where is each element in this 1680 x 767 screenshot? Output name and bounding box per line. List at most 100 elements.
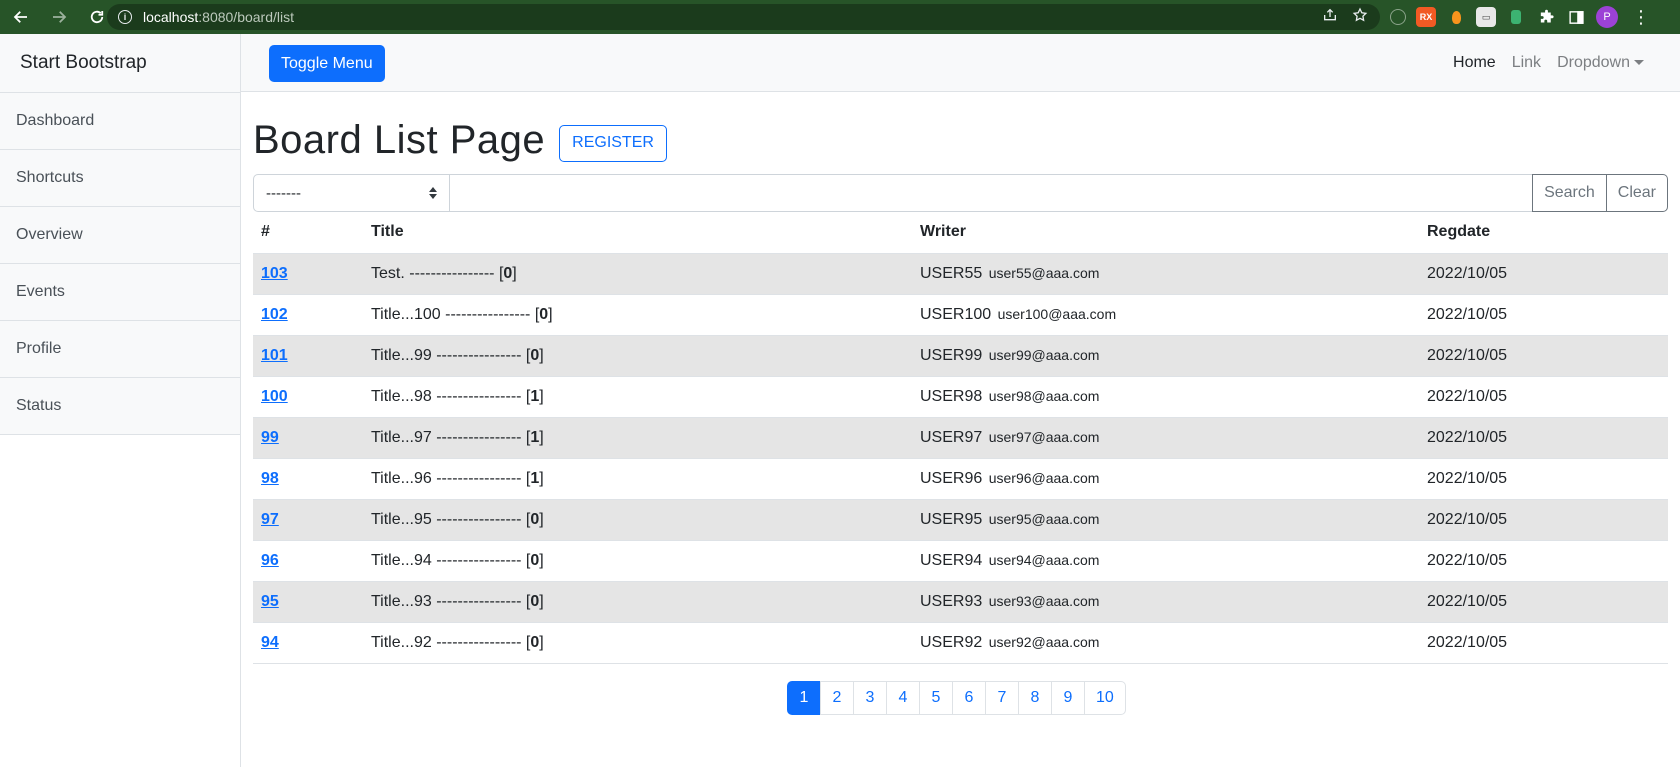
title-text: Title...97 xyxy=(371,428,432,446)
extensions-puzzle-icon[interactable] xyxy=(1536,7,1556,27)
board-table: # Title Writer Regdate 103 Test. -------… xyxy=(253,212,1668,664)
page-link-2[interactable]: 2 xyxy=(820,681,854,715)
bno-link[interactable]: 101 xyxy=(261,347,288,364)
reply-count: 0 xyxy=(539,305,549,323)
site-info-icon[interactable]: i xyxy=(118,10,132,24)
reply-count: 1 xyxy=(530,428,540,446)
extension-window-icon[interactable]: ▭ xyxy=(1476,7,1496,27)
back-icon[interactable] xyxy=(10,6,32,28)
page-link-4[interactable]: 4 xyxy=(886,681,920,715)
writer-name: USER99 xyxy=(920,346,983,364)
writer-email: user92@aaa.com xyxy=(988,633,1100,650)
nav-dropdown[interactable]: Dropdown xyxy=(1557,54,1644,72)
page-link-3[interactable]: 3 xyxy=(853,681,887,715)
sidebar-item-profile[interactable]: Profile xyxy=(0,321,240,378)
page-link-8[interactable]: 8 xyxy=(1018,681,1052,715)
regdate: 2022/10/05 xyxy=(1419,376,1668,418)
regdate: 2022/10/05 xyxy=(1419,335,1668,377)
url-path: :8080/board/list xyxy=(198,9,294,25)
regdate: 2022/10/05 xyxy=(1419,458,1668,500)
writer-name: USER94 xyxy=(920,551,983,569)
page-link-10[interactable]: 10 xyxy=(1084,681,1126,715)
writer-email: user99@aaa.com xyxy=(988,346,1100,363)
register-button[interactable]: REGISTER xyxy=(559,124,667,162)
reply-count: 0 xyxy=(530,346,540,364)
bookmark-star-icon[interactable] xyxy=(1352,6,1368,28)
extension-green-icon[interactable] xyxy=(1506,7,1526,27)
writer-email: user94@aaa.com xyxy=(988,551,1100,568)
table-row: 96 Title...94 ---------------- [0] USER9… xyxy=(253,540,1668,582)
toggle-menu-button[interactable]: Toggle Menu xyxy=(269,45,385,82)
profile-avatar[interactable]: P xyxy=(1596,6,1618,28)
search-type-select[interactable]: ------- xyxy=(253,174,450,212)
browser-menu-icon[interactable]: ⋮ xyxy=(1632,8,1650,26)
table-row: 97 Title...95 ---------------- [0] USER9… xyxy=(253,499,1668,541)
title-dashes: ---------------- xyxy=(436,633,522,651)
url-text[interactable]: localhost:8080/board/list xyxy=(143,9,294,25)
page-link-9[interactable]: 9 xyxy=(1051,681,1085,715)
writer-email: user98@aaa.com xyxy=(988,387,1100,404)
writer-name: USER93 xyxy=(920,592,983,610)
sidebar-item-overview[interactable]: Overview xyxy=(0,207,240,264)
extension-sync-icon[interactable] xyxy=(1390,9,1406,25)
writer-email: user100@aaa.com xyxy=(997,305,1117,322)
caret-down-icon xyxy=(1634,60,1644,66)
share-icon[interactable] xyxy=(1322,7,1338,28)
forward-icon[interactable] xyxy=(48,6,70,28)
table-row: 98 Title...96 ---------------- [1] USER9… xyxy=(253,458,1668,500)
bno-link[interactable]: 98 xyxy=(261,470,279,487)
bno-link[interactable]: 99 xyxy=(261,429,279,446)
bno-link[interactable]: 100 xyxy=(261,388,288,405)
search-form: ------- Search Clear xyxy=(253,174,1668,212)
header-num: # xyxy=(253,212,363,254)
nav-link[interactable]: Link xyxy=(1512,54,1541,72)
url-host: localhost xyxy=(143,9,199,25)
regdate: 2022/10/05 xyxy=(1419,622,1668,664)
writer-name: USER98 xyxy=(920,387,983,405)
title-dashes: ---------------- xyxy=(409,264,495,282)
header-regdate: Regdate xyxy=(1419,212,1668,254)
table-row: 100 Title...98 ---------------- [1] USER… xyxy=(253,376,1668,418)
title-text: Title...95 xyxy=(371,510,432,528)
writer-email: user55@aaa.com xyxy=(988,264,1100,281)
bno-link[interactable]: 102 xyxy=(261,306,288,323)
extension-bulb-icon[interactable] xyxy=(1446,7,1466,27)
bno-link[interactable]: 103 xyxy=(261,265,288,282)
title-dashes: ---------------- xyxy=(436,469,522,487)
sidebar-item-status[interactable]: Status xyxy=(0,378,240,435)
title-dashes: ---------------- xyxy=(436,346,522,364)
reload-icon[interactable] xyxy=(86,6,108,28)
extension-rx-icon[interactable]: RX xyxy=(1416,7,1436,27)
select-arrows-icon xyxy=(429,187,437,199)
keyword-input[interactable] xyxy=(450,174,1533,212)
writer-name: USER55 xyxy=(920,264,983,282)
page-link-5[interactable]: 5 xyxy=(919,681,953,715)
title-dashes: ---------------- xyxy=(436,510,522,528)
sidebar-item-events[interactable]: Events xyxy=(0,264,240,321)
regdate: 2022/10/05 xyxy=(1419,540,1668,582)
page-link-6[interactable]: 6 xyxy=(952,681,986,715)
address-bar[interactable]: i localhost:8080/board/list xyxy=(107,4,1380,30)
nav-home-link[interactable]: Home xyxy=(1453,54,1496,72)
bno-link[interactable]: 96 xyxy=(261,552,279,569)
table-body: 103 Test. ---------------- [0] USER55 us… xyxy=(253,253,1668,664)
sidebar-item-shortcuts[interactable]: Shortcuts xyxy=(0,150,240,207)
page-link-1[interactable]: 1 xyxy=(787,681,821,715)
side-panel-icon[interactable] xyxy=(1566,7,1586,27)
bno-link[interactable]: 94 xyxy=(261,634,279,651)
sidebar-heading[interactable]: Start Bootstrap xyxy=(0,34,240,93)
search-button[interactable]: Search xyxy=(1532,174,1607,212)
sidebar-item-dashboard[interactable]: Dashboard xyxy=(0,93,240,150)
title-text: Title...98 xyxy=(371,387,432,405)
sidebar: Start Bootstrap Dashboard Shortcuts Over… xyxy=(0,34,241,767)
bno-link[interactable]: 95 xyxy=(261,593,279,610)
clear-button[interactable]: Clear xyxy=(1606,174,1668,212)
regdate: 2022/10/05 xyxy=(1419,253,1668,295)
title-text: Title...93 xyxy=(371,592,432,610)
browser-toolbar: i localhost:8080/board/list RX ▭ P ⋮ xyxy=(0,0,1680,34)
page-link-7[interactable]: 7 xyxy=(985,681,1019,715)
bno-link[interactable]: 97 xyxy=(261,511,279,528)
writer-name: USER97 xyxy=(920,428,983,446)
writer-name: USER100 xyxy=(920,305,992,323)
writer-email: user93@aaa.com xyxy=(988,592,1100,609)
